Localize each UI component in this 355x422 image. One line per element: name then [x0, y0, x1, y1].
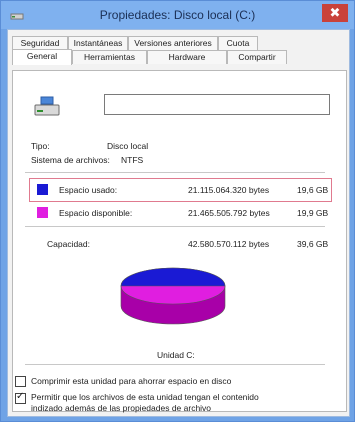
- usage-pie-chart: [120, 267, 226, 325]
- tab-row-top: Seguridad Instantáneas Versiones anterio…: [12, 36, 258, 50]
- separator: [25, 364, 325, 365]
- capacity-bytes: 42.580.570.112 bytes: [188, 239, 270, 249]
- tab-herramientas[interactable]: Herramientas: [72, 50, 147, 64]
- tab-row-bottom: General Herramientas Hardware Compartir: [12, 49, 287, 65]
- filesystem-value: NTFS: [121, 155, 144, 165]
- drive-icon: [34, 96, 60, 116]
- compress-label: Comprimir esta unidad para ahorrar espac…: [31, 376, 232, 386]
- capacity-label: Capacidad:: [47, 239, 91, 249]
- used-space-bytes: 21.115.064.320 bytes: [188, 185, 270, 195]
- used-space-gb: 19,6 GB: [297, 185, 329, 195]
- free-space-label: Espacio disponible:: [59, 208, 133, 218]
- separator: [25, 226, 325, 227]
- used-space-swatch: [37, 184, 48, 195]
- tab-general[interactable]: General: [12, 49, 72, 65]
- separator: [25, 172, 325, 173]
- index-label-line1: Permitir que los archivos de esta unidad…: [31, 392, 259, 402]
- tab-hardware[interactable]: Hardware: [147, 50, 227, 64]
- title-bar[interactable]: Propiedades: Disco local (C:) ✖: [1, 1, 354, 29]
- index-label-line2: indizado además de las propiedades de ar…: [31, 403, 212, 413]
- tab-seguridad[interactable]: Seguridad: [12, 36, 68, 50]
- type-label: Tipo:: [31, 141, 50, 151]
- type-value: Disco local: [107, 141, 149, 151]
- compress-checkbox[interactable]: [15, 376, 26, 387]
- tab-cuota[interactable]: Cuota: [218, 36, 258, 50]
- index-checkbox[interactable]: [15, 391, 26, 404]
- close-icon: ✖: [329, 5, 341, 20]
- capacity-gb: 39,6 GB: [297, 239, 329, 249]
- pie-used-slice: [120, 267, 226, 287]
- free-space-bytes: 21.465.505.792 bytes: [188, 208, 270, 218]
- tab-instantaneas[interactable]: Instantáneas: [68, 36, 128, 50]
- free-space-gb: 19,9 GB: [297, 208, 329, 218]
- close-button[interactable]: ✖: [322, 4, 348, 22]
- filesystem-label: Sistema de archivos:: [31, 155, 110, 165]
- tab-versiones-anteriores[interactable]: Versiones anteriores: [128, 36, 218, 50]
- window-title: Propiedades: Disco local (C:): [99, 8, 256, 22]
- tab-compartir[interactable]: Compartir: [227, 50, 287, 64]
- used-space-label: Espacio usado:: [59, 185, 118, 195]
- free-space-swatch: [37, 207, 48, 218]
- drive-name-input[interactable]: [104, 94, 330, 115]
- drive-label: Unidad C:: [157, 350, 195, 360]
- properties-window: Propiedades: Disco local (C:) ✖ Segurida…: [0, 0, 355, 422]
